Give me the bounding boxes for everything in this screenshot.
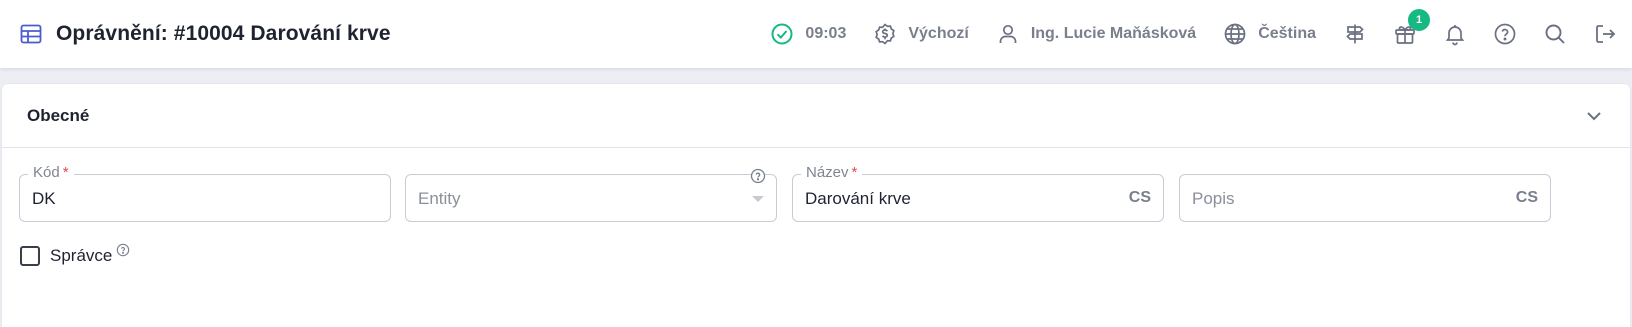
- gift-button[interactable]: 1: [1392, 9, 1430, 47]
- nazev-value: Darování krve: [805, 189, 911, 208]
- user-name: Ing. Lucie Maňásková: [1030, 25, 1197, 42]
- page-title: Oprávnění: #10004 Darování krve: [56, 22, 391, 45]
- popis-placeholder: Popis: [1192, 189, 1235, 208]
- gift-badge: 1: [1408, 9, 1430, 31]
- sync-status[interactable]: 09:03: [769, 21, 846, 47]
- time-label: 09:03: [805, 25, 847, 42]
- globe-icon: [1222, 21, 1248, 47]
- kod-label: Kód *: [28, 164, 74, 181]
- chevron-down-icon[interactable]: [1582, 104, 1606, 128]
- logout-button[interactable]: [1592, 21, 1618, 47]
- general-section-card: Obecné Kód * DK Entity Název * Darování kr…: [2, 84, 1630, 327]
- language-label: Čeština: [1258, 25, 1316, 42]
- section-title: Obecné: [27, 105, 90, 125]
- entity-help-icon[interactable]: [750, 168, 766, 184]
- language-selector[interactable]: Čeština: [1222, 21, 1316, 47]
- help-button[interactable]: [1492, 21, 1518, 47]
- search-button[interactable]: [1542, 21, 1568, 47]
- spravce-row: Správce: [20, 243, 130, 266]
- table-icon: [19, 22, 43, 46]
- nazev-language-button[interactable]: CS: [1129, 189, 1151, 207]
- profile-selector[interactable]: Výchozí: [872, 21, 969, 47]
- signpost-button[interactable]: [1342, 21, 1368, 47]
- nazev-label: Název *: [801, 164, 863, 181]
- header-tools: 09:03 Výchozí Ing. Lucie Maňásková Češti…: [769, 0, 1618, 68]
- section-header[interactable]: Obecné: [2, 84, 1630, 148]
- title-area: Oprávnění: #10004 Darování krve: [19, 0, 391, 68]
- logout-icon: [1592, 21, 1618, 47]
- top-bar: Oprávnění: #10004 Darování krve 09:03 Vý…: [0, 0, 1632, 68]
- search-icon: [1542, 21, 1568, 47]
- bell-icon: [1442, 21, 1468, 47]
- spravce-label: Správce: [50, 246, 113, 265]
- help-icon: [1492, 21, 1518, 47]
- user-icon: [995, 21, 1021, 47]
- currency-badge-icon: [872, 21, 898, 47]
- user-menu[interactable]: Ing. Lucie Maňásková: [995, 21, 1196, 47]
- check-circle-icon: [769, 21, 795, 47]
- spravce-checkbox[interactable]: [20, 246, 40, 266]
- entity-placeholder: Entity: [418, 189, 461, 208]
- dropdown-caret-icon: [752, 196, 764, 202]
- notifications-button[interactable]: [1442, 21, 1468, 47]
- profile-label: Výchozí: [908, 25, 969, 42]
- kod-field[interactable]: Kód * DK: [19, 164, 391, 222]
- nazev-field[interactable]: Název * Darování krve CS: [792, 164, 1164, 222]
- popis-field[interactable]: Popis CS: [1179, 174, 1551, 222]
- signpost-icon: [1342, 21, 1368, 47]
- entity-select[interactable]: Entity: [405, 168, 777, 222]
- popis-language-button[interactable]: CS: [1516, 189, 1538, 207]
- spravce-help-icon[interactable]: [116, 243, 130, 257]
- kod-value: DK: [32, 189, 56, 208]
